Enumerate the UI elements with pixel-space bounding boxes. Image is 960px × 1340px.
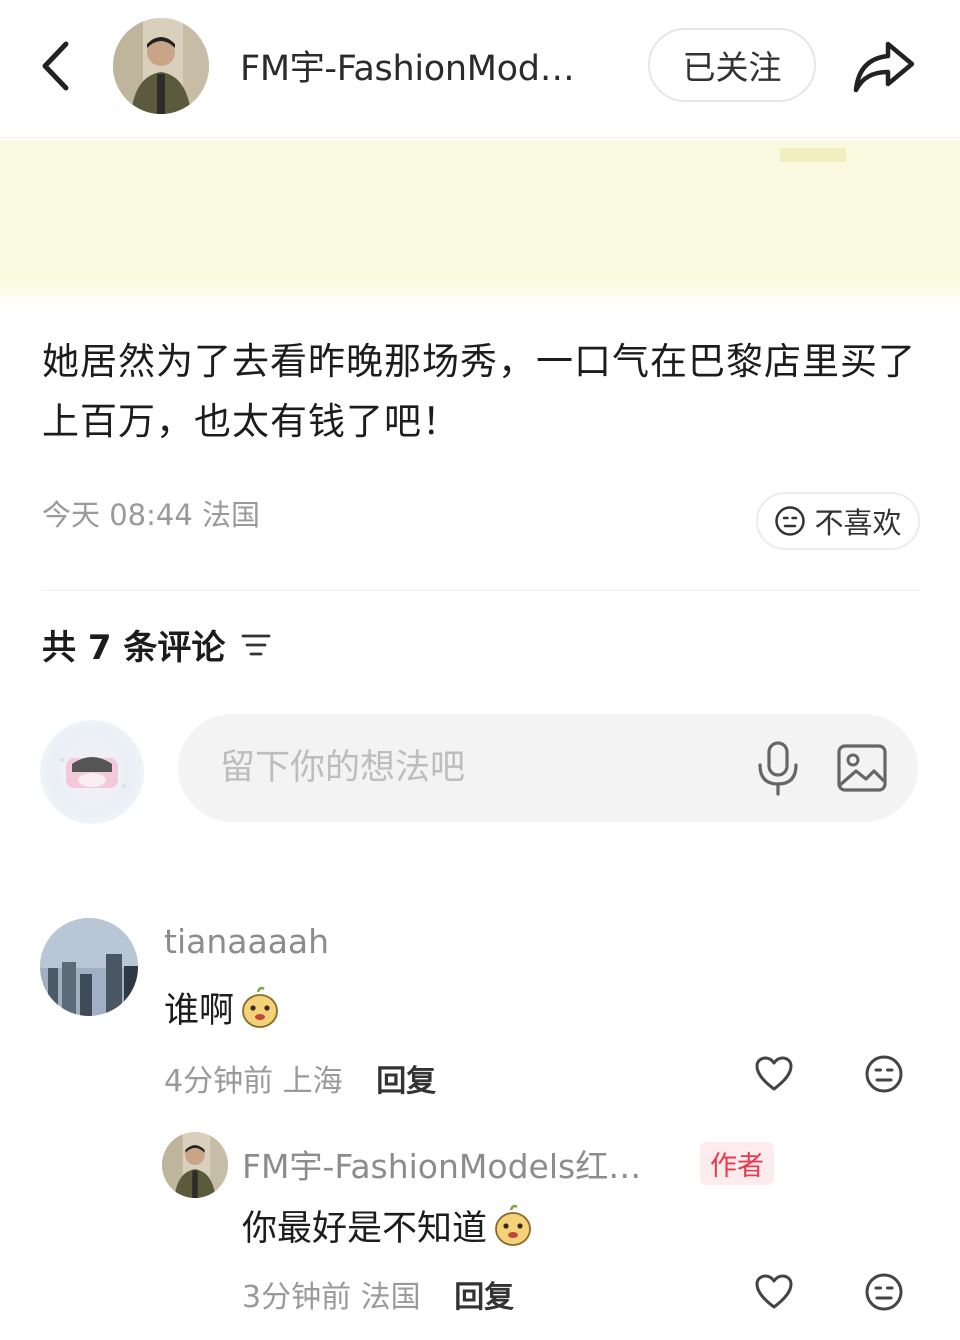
media-indicator [780, 148, 846, 162]
image-button[interactable] [834, 738, 890, 798]
reply-text: 你最好是不知道 [242, 1200, 535, 1251]
comment-input-box[interactable] [178, 714, 918, 822]
face-icon [865, 1055, 903, 1093]
comment-dislike-button[interactable] [860, 1050, 908, 1098]
comments-count: 共 7 条评论 [42, 620, 271, 669]
post-location: 法国 [202, 498, 261, 532]
voice-button[interactable] [750, 736, 806, 800]
comments-count-label: 共 7 条评论 [42, 628, 226, 668]
share-icon [853, 41, 915, 93]
dislike-button[interactable]: 不喜欢 [756, 492, 920, 550]
divider [42, 590, 920, 591]
emoji-icon [242, 986, 278, 1028]
heart-icon [755, 1056, 793, 1091]
reply-meta: 3分钟前 法国 回复 [242, 1272, 514, 1316]
heart-icon [755, 1274, 793, 1309]
author-avatar[interactable] [113, 18, 209, 114]
comment-avatar[interactable] [40, 918, 138, 1016]
like-button[interactable] [750, 1050, 798, 1098]
reply-location: 法国 [360, 1280, 421, 1315]
post-media[interactable] [0, 140, 960, 310]
back-icon [42, 41, 69, 91]
face-icon [865, 1273, 903, 1311]
my-avatar [40, 720, 144, 824]
reply-username[interactable]: FM宇-FashionModels红… [242, 1140, 641, 1188]
author-name[interactable]: FM宇-FashionMod… [240, 40, 575, 91]
dislike-face-icon [775, 506, 806, 536]
share-button[interactable] [848, 34, 920, 98]
author-badge: 作者 [700, 1142, 774, 1185]
like-button[interactable] [750, 1268, 798, 1316]
comment-location: 上海 [282, 1064, 343, 1099]
dislike-label: 不喜欢 [814, 506, 902, 540]
emoji-icon [495, 1204, 531, 1246]
reply-text-content: 你最好是不知道 [242, 1209, 488, 1249]
comment-meta: 4分钟前 上海 回复 [164, 1056, 436, 1100]
sort-icon[interactable] [241, 632, 271, 658]
reply-button[interactable]: 回复 [376, 1064, 436, 1099]
follow-button[interactable]: 已关注 [648, 28, 816, 102]
image-icon [837, 744, 887, 792]
comment-text-content: 谁啊 [164, 991, 235, 1031]
comment-username[interactable]: tianaaaah [164, 922, 329, 961]
comment-time: 4分钟前 [164, 1064, 274, 1099]
top-bar: FM宇-FashionMod… 已关注 [0, 0, 960, 138]
post-text: 她居然为了去看昨晚那场秀，一口气在巴黎店里买了上百万，也太有钱了吧！ [42, 340, 916, 443]
reply-avatar[interactable] [162, 1132, 228, 1198]
comment-text: 谁啊 [164, 982, 282, 1033]
comment-dislike-button[interactable] [860, 1268, 908, 1316]
back-button[interactable] [30, 38, 80, 94]
reply-time: 3分钟前 [242, 1280, 352, 1315]
comment-input[interactable] [220, 748, 720, 788]
reply-button[interactable]: 回复 [454, 1280, 514, 1315]
microphone-icon [758, 741, 798, 796]
post-meta: 今天 08:44 法国 [42, 492, 260, 534]
post-time: 今天 08:44 [42, 498, 193, 532]
